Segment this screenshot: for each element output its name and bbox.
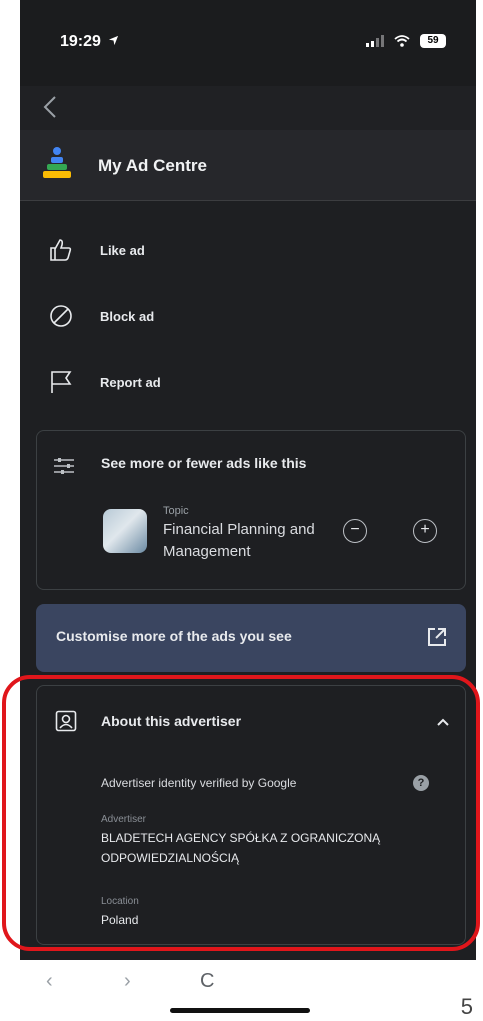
topics-card: See more or fewer ads like this Topic Fi…: [36, 430, 466, 590]
page-title: My Ad Centre: [98, 156, 207, 175]
tune-icon: [54, 458, 74, 474]
status-time: 19:29: [60, 33, 119, 51]
about-advertiser-card: About this advertiser Advertiser identit…: [36, 685, 466, 945]
battery-icon: 59: [420, 34, 446, 48]
advertiser-label: Advertiser: [101, 814, 147, 825]
more-ads-button[interactable]: +: [413, 519, 437, 543]
block-ad-label: Block ad: [100, 308, 155, 324]
report-ad-button[interactable]: Report ad: [48, 362, 161, 402]
advertiser-name: BLADETECH AGENCY SPÓŁKA Z OGRANICZONĄ OD…: [101, 831, 381, 865]
customise-ads-button[interactable]: Customise more of the ads you see: [36, 604, 466, 672]
thumbs-up-icon: [50, 239, 72, 261]
browser-bottom-bar: ‹ › C: [0, 960, 483, 1021]
report-ad-label: Report ad: [100, 374, 161, 390]
slide-number: 5: [460, 994, 473, 1019]
like-ad-label: Like ad: [100, 242, 145, 258]
status-bar: 19:29 59: [20, 0, 476, 86]
topic-thumbnail: [103, 509, 147, 553]
topic-name: Financial Planning and Management: [163, 521, 315, 560]
open-external-icon: [428, 628, 446, 646]
customise-ads-label: Customise more of the ads you see: [56, 628, 292, 644]
location-arrow-icon: [109, 35, 119, 46]
back-arrow-icon[interactable]: [36, 92, 66, 122]
phone-screen: 19:29 59 My Ad Centre Like ad Block ad R…: [20, 0, 476, 960]
help-icon[interactable]: ?: [413, 775, 429, 791]
block-ad-button[interactable]: Block ad: [48, 296, 154, 336]
person-icon: [55, 710, 77, 732]
home-indicator: [170, 1008, 310, 1013]
nav-bar: [20, 86, 476, 130]
block-icon: [50, 305, 72, 327]
topics-card-title: See more or fewer ads like this: [101, 455, 307, 471]
signal-icon: [366, 35, 384, 47]
verified-text: Advertiser identity verified by Google: [101, 776, 297, 790]
about-advertiser-toggle[interactable]: About this advertiser: [37, 686, 465, 756]
about-advertiser-title: About this advertiser: [101, 713, 242, 729]
chevron-up-icon: [437, 718, 449, 726]
like-ad-button[interactable]: Like ad: [48, 230, 145, 270]
ad-centre-logo-icon: [43, 147, 71, 178]
ad-centre-header: My Ad Centre: [20, 130, 476, 201]
flag-icon: [51, 371, 72, 393]
location-value: Poland: [101, 913, 139, 927]
topic-label: Topic: [163, 505, 189, 517]
status-icons: 59: [366, 34, 446, 48]
browser-back-button[interactable]: ‹: [46, 970, 53, 993]
browser-forward-button[interactable]: ›: [124, 970, 131, 993]
location-label: Location: [101, 896, 139, 907]
fewer-ads-button[interactable]: −: [343, 519, 367, 543]
reload-button[interactable]: C: [200, 970, 214, 993]
wifi-icon: [394, 35, 410, 47]
